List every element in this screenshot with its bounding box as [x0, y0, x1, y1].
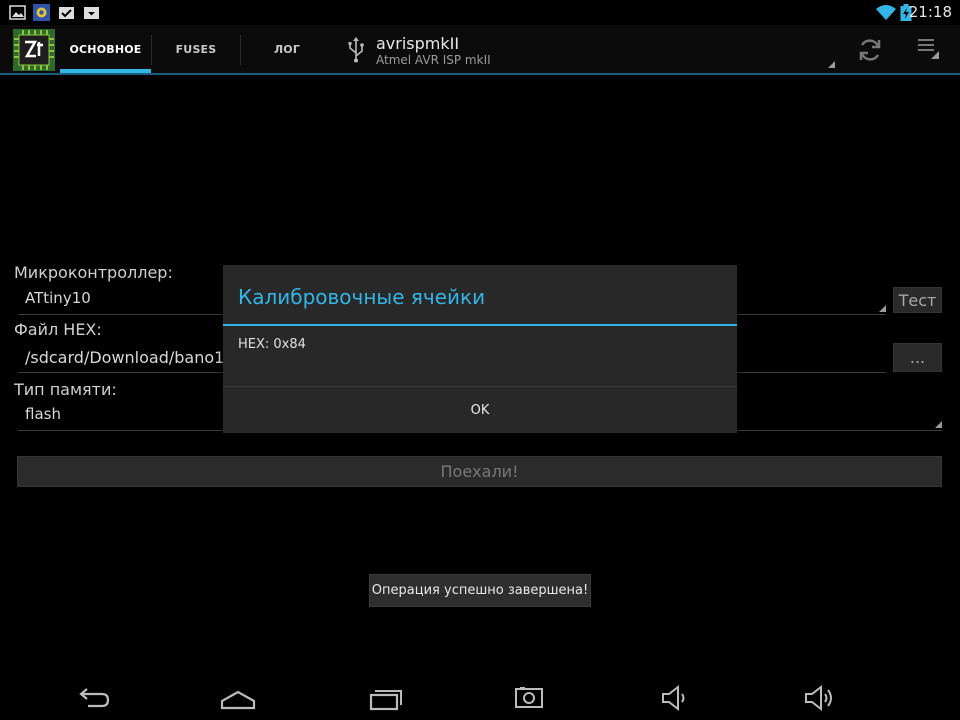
- device-name: avrispmkII: [376, 34, 460, 53]
- dialog-title-divider: [223, 324, 737, 326]
- spinner-corner-icon: [879, 305, 886, 312]
- recents-icon[interactable]: [364, 684, 404, 712]
- volume-down-icon[interactable]: [654, 684, 694, 712]
- app-notification-icon: [33, 4, 50, 21]
- home-icon[interactable]: [218, 684, 258, 712]
- go-button[interactable]: Поехали!: [17, 456, 942, 487]
- usb-icon: [348, 37, 364, 63]
- test-button[interactable]: Тест: [893, 287, 942, 313]
- action-bar-divider: [0, 73, 960, 75]
- overflow-menu-icon[interactable]: [917, 37, 939, 59]
- spinner-corner-icon: [935, 421, 942, 428]
- download-done-icon: [84, 7, 99, 19]
- device-description: Atmel AVR ISP mkII: [376, 53, 491, 67]
- dialog-title: Калибровочные ячейки: [238, 285, 486, 309]
- refresh-icon[interactable]: [857, 37, 883, 63]
- mcu-value: ATtiny10: [25, 289, 91, 307]
- memory-type-value: flash: [25, 405, 61, 423]
- action-bar: ОСНОВНОЕ FUSES ЛОГ avrispmkII Atmel AVR …: [0, 25, 960, 73]
- download-done-icon: [59, 7, 74, 19]
- spinner-corner-icon: [828, 61, 835, 68]
- ok-button[interactable]: OK: [223, 387, 737, 433]
- toast-message: Операция успешно завершена!: [369, 574, 591, 607]
- clock: 21:18: [908, 3, 952, 21]
- browse-button[interactable]: ...: [893, 343, 942, 372]
- tab-fuses[interactable]: FUSES: [152, 25, 240, 73]
- hex-file-label: Файл HEX:: [14, 320, 102, 339]
- status-bar: 21:18: [0, 0, 960, 25]
- mcu-label: Микроконтроллер:: [14, 263, 173, 282]
- navigation-bar: [0, 676, 960, 720]
- screenshot-icon[interactable]: [509, 684, 549, 712]
- volume-up-icon[interactable]: [799, 684, 839, 712]
- tab-main[interactable]: ОСНОВНОЕ: [60, 25, 151, 73]
- calibration-dialog: Калибровочные ячейки HEX: 0x84 OK: [223, 265, 737, 433]
- back-icon[interactable]: [74, 684, 114, 712]
- app-logo-icon[interactable]: [13, 29, 55, 71]
- tab-log[interactable]: ЛОГ: [241, 25, 333, 73]
- hex-file-path: /sdcard/Download/bano1(: [25, 348, 231, 367]
- gallery-icon: [9, 5, 26, 20]
- wifi-icon: [876, 5, 896, 20]
- memory-type-label: Тип памяти:: [14, 380, 117, 399]
- dialog-message: HEX: 0x84: [238, 337, 306, 352]
